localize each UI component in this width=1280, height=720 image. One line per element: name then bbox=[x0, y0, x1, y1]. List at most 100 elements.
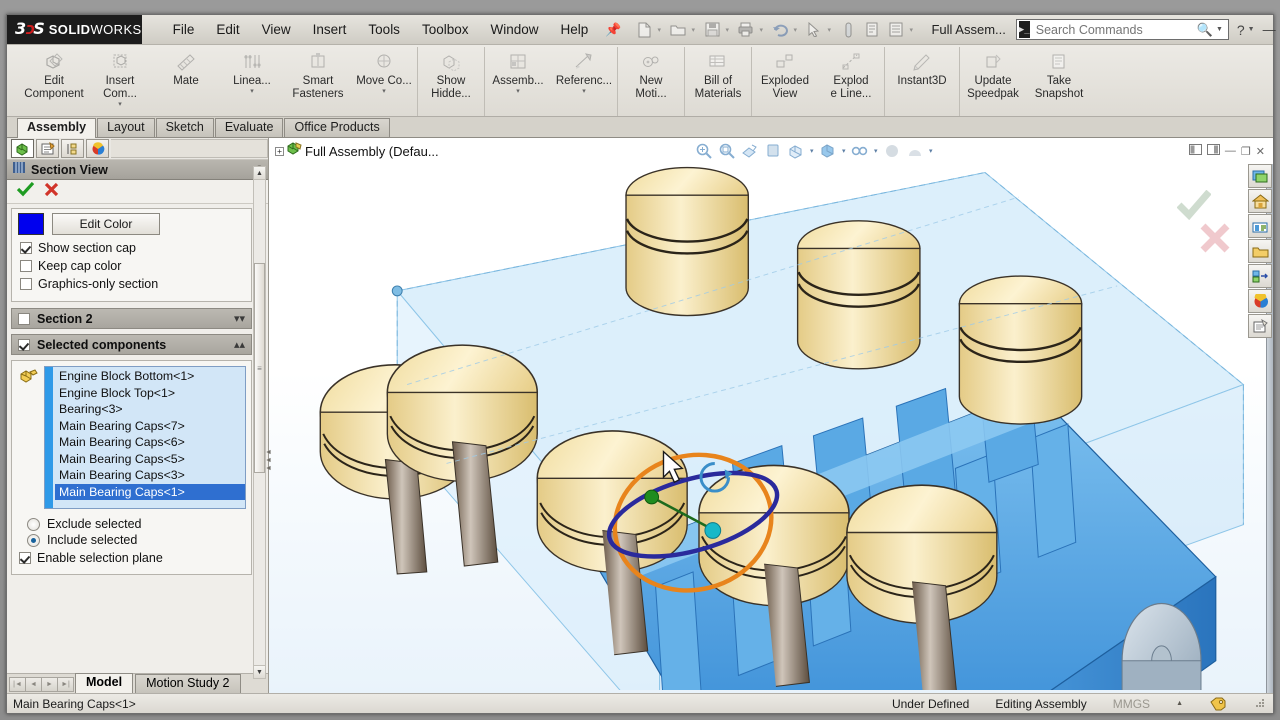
next-tab-icon[interactable]: ► bbox=[41, 677, 58, 692]
list-item[interactable]: Main Bearing Caps<7> bbox=[55, 418, 245, 435]
document-notes-icon[interactable] bbox=[1248, 314, 1272, 338]
pushpin-icon[interactable]: 📌 bbox=[605, 22, 621, 38]
selected-components-checkbox[interactable] bbox=[18, 338, 30, 351]
keep-cap-color-row[interactable]: Keep cap color bbox=[20, 259, 245, 273]
list-item[interactable]: Main Bearing Caps<3> bbox=[55, 467, 245, 484]
file-explorer-icon[interactable] bbox=[1248, 214, 1272, 238]
design-library-icon[interactable] bbox=[1248, 189, 1272, 213]
edit-color-button[interactable]: Edit Color bbox=[52, 213, 160, 235]
zoom-to-area-icon[interactable] bbox=[716, 140, 738, 162]
display-style-icon[interactable] bbox=[785, 140, 807, 162]
feature-tree-flyout[interactable]: + Full Assembly (Defau... bbox=[275, 141, 439, 161]
scroll-up-arrow-icon[interactable]: ▲ bbox=[254, 167, 265, 180]
section2-checkbox[interactable] bbox=[18, 312, 30, 325]
hide-show-items-icon[interactable] bbox=[817, 140, 839, 162]
chevron-down-icon[interactable]: ▾▾ bbox=[234, 312, 245, 325]
menu-item-toolbox[interactable]: Toolbox bbox=[411, 18, 480, 41]
undo-icon[interactable] bbox=[769, 19, 791, 41]
scrollbar-thumb[interactable]: ≡ bbox=[254, 263, 265, 473]
insert-component-caret-icon[interactable]: ▾ bbox=[118, 101, 122, 109]
assembly-features-button[interactable]: Assemb... ▾ bbox=[485, 47, 551, 116]
apply-scene-icon[interactable] bbox=[881, 140, 903, 162]
graphics-only-section-row[interactable]: Graphics-only section bbox=[20, 277, 245, 291]
insert-component-button[interactable]: Insert Com... ▾ bbox=[87, 47, 153, 116]
tab-sketch[interactable]: Sketch bbox=[155, 118, 214, 137]
restore-left-icon[interactable] bbox=[1188, 144, 1202, 158]
print-caret-icon[interactable]: ▾ bbox=[759, 26, 767, 34]
explode-line-sketch-button[interactable]: Explod e Line... bbox=[818, 47, 884, 116]
file-properties-icon[interactable] bbox=[885, 19, 907, 41]
list-item[interactable]: Bearing<3> bbox=[55, 401, 245, 418]
include-selected-radio[interactable] bbox=[27, 533, 40, 547]
close-document-icon[interactable]: ✕ bbox=[1256, 145, 1265, 158]
smart-fasteners-button[interactable]: Smart Fasteners bbox=[285, 47, 351, 116]
chevron-up-icon[interactable]: ▴▴ bbox=[234, 338, 245, 351]
linear-pattern-caret-icon[interactable]: ▾ bbox=[250, 88, 254, 96]
save-caret-icon[interactable]: ▾ bbox=[725, 26, 733, 34]
take-snapshot-button[interactable]: Take Snapshot bbox=[1026, 47, 1092, 116]
view-palette-icon[interactable] bbox=[1248, 239, 1272, 263]
search-input[interactable] bbox=[1029, 22, 1197, 37]
enable-selection-plane-row[interactable]: Enable selection plane bbox=[19, 551, 246, 565]
menu-item-help[interactable]: Help bbox=[550, 18, 600, 41]
new-document-caret-icon[interactable]: ▾ bbox=[657, 26, 665, 34]
piston-assembly-8[interactable] bbox=[958, 275, 1083, 425]
menu-item-tools[interactable]: Tools bbox=[357, 18, 411, 41]
print-icon[interactable] bbox=[735, 19, 757, 41]
feature-manager-tab[interactable] bbox=[11, 139, 34, 158]
show-section-cap-row[interactable]: Show section cap bbox=[20, 241, 245, 255]
menu-item-file[interactable]: File bbox=[162, 18, 206, 41]
open-document-caret-icon[interactable]: ▾ bbox=[691, 26, 699, 34]
mate-button[interactable]: Mate bbox=[153, 47, 219, 116]
graphics-viewport[interactable]: Y Z X + Full Assembly (Defau... bbox=[269, 138, 1273, 693]
red-x-icon[interactable] bbox=[44, 182, 59, 202]
tab-layout[interactable]: Layout bbox=[97, 118, 155, 137]
help-caret-icon[interactable]: ▼ bbox=[1248, 26, 1255, 33]
keep-cap-color-checkbox[interactable] bbox=[20, 260, 32, 272]
undo-caret-icon[interactable]: ▾ bbox=[793, 26, 801, 34]
new-motion-study-button[interactable]: New Moti... bbox=[618, 47, 684, 116]
options-icon[interactable] bbox=[861, 19, 883, 41]
selected-components-list[interactable]: Engine Block Bottom<1> Engine Block Top<… bbox=[44, 366, 246, 509]
feature-tree-root-label[interactable]: Full Assembly (Defau... bbox=[305, 144, 439, 159]
select-caret-icon[interactable]: ▾ bbox=[827, 26, 835, 34]
tab-nav-buttons[interactable]: |◄ ◄ ► ►| bbox=[9, 677, 74, 693]
green-check-icon[interactable] bbox=[1176, 189, 1212, 225]
solidworks-resources-icon[interactable] bbox=[1248, 164, 1272, 188]
select-icon[interactable] bbox=[803, 19, 825, 41]
exclude-selected-radio[interactable] bbox=[27, 517, 40, 531]
list-item[interactable]: Engine Block Bottom<1> bbox=[55, 368, 245, 385]
file-properties-caret-icon[interactable]: ▾ bbox=[909, 26, 917, 34]
exclude-selected-row[interactable]: Exclude selected bbox=[27, 517, 246, 531]
enable-selection-plane-checkbox[interactable] bbox=[19, 552, 31, 564]
configuration-manager-tab[interactable] bbox=[61, 139, 84, 158]
tag-icon[interactable] bbox=[1209, 697, 1227, 711]
units-caret-icon[interactable]: ▲ bbox=[1176, 700, 1183, 707]
tab-motion-study[interactable]: Motion Study 2 bbox=[135, 674, 241, 693]
new-document-icon[interactable] bbox=[633, 19, 655, 41]
open-document-icon[interactable] bbox=[667, 19, 689, 41]
instant3d-button[interactable]: Instant3D bbox=[885, 47, 959, 116]
hide-show-caret-icon[interactable]: ▾ bbox=[840, 147, 848, 155]
bill-of-materials-button[interactable]: Bill of Materials bbox=[685, 47, 751, 116]
view-settings-caret-icon[interactable]: ▾ bbox=[927, 147, 935, 155]
zoom-to-fit-icon[interactable] bbox=[693, 140, 715, 162]
assembly-features-caret-icon[interactable]: ▾ bbox=[516, 88, 520, 96]
menu-item-edit[interactable]: Edit bbox=[205, 18, 250, 41]
appearances-scenes-icon[interactable] bbox=[1248, 264, 1272, 288]
question-mark-icon[interactable]: ? bbox=[1237, 22, 1245, 38]
minimize-document-icon[interactable]: — bbox=[1225, 145, 1236, 157]
edit-appearance-caret-icon[interactable]: ▾ bbox=[872, 147, 880, 155]
search-caret-icon[interactable]: ▼ bbox=[1216, 26, 1228, 33]
move-component-caret-icon[interactable]: ▾ bbox=[382, 88, 386, 96]
edit-component-button[interactable]: Edit Component bbox=[21, 47, 87, 116]
status-units[interactable]: MMGS bbox=[1113, 697, 1150, 711]
include-selected-row[interactable]: Include selected bbox=[27, 533, 246, 547]
view-settings-icon[interactable] bbox=[904, 140, 926, 162]
property-manager-scrollbar[interactable]: ▲ ≡ ▼ bbox=[253, 166, 266, 679]
reference-geometry-button[interactable]: Referenc... ▾ bbox=[551, 47, 617, 116]
menu-item-window[interactable]: Window bbox=[479, 18, 549, 41]
menu-item-insert[interactable]: Insert bbox=[302, 18, 358, 41]
show-hidden-components-button[interactable]: Show Hidde... bbox=[418, 47, 484, 116]
resize-grip-icon[interactable] bbox=[1253, 696, 1267, 711]
